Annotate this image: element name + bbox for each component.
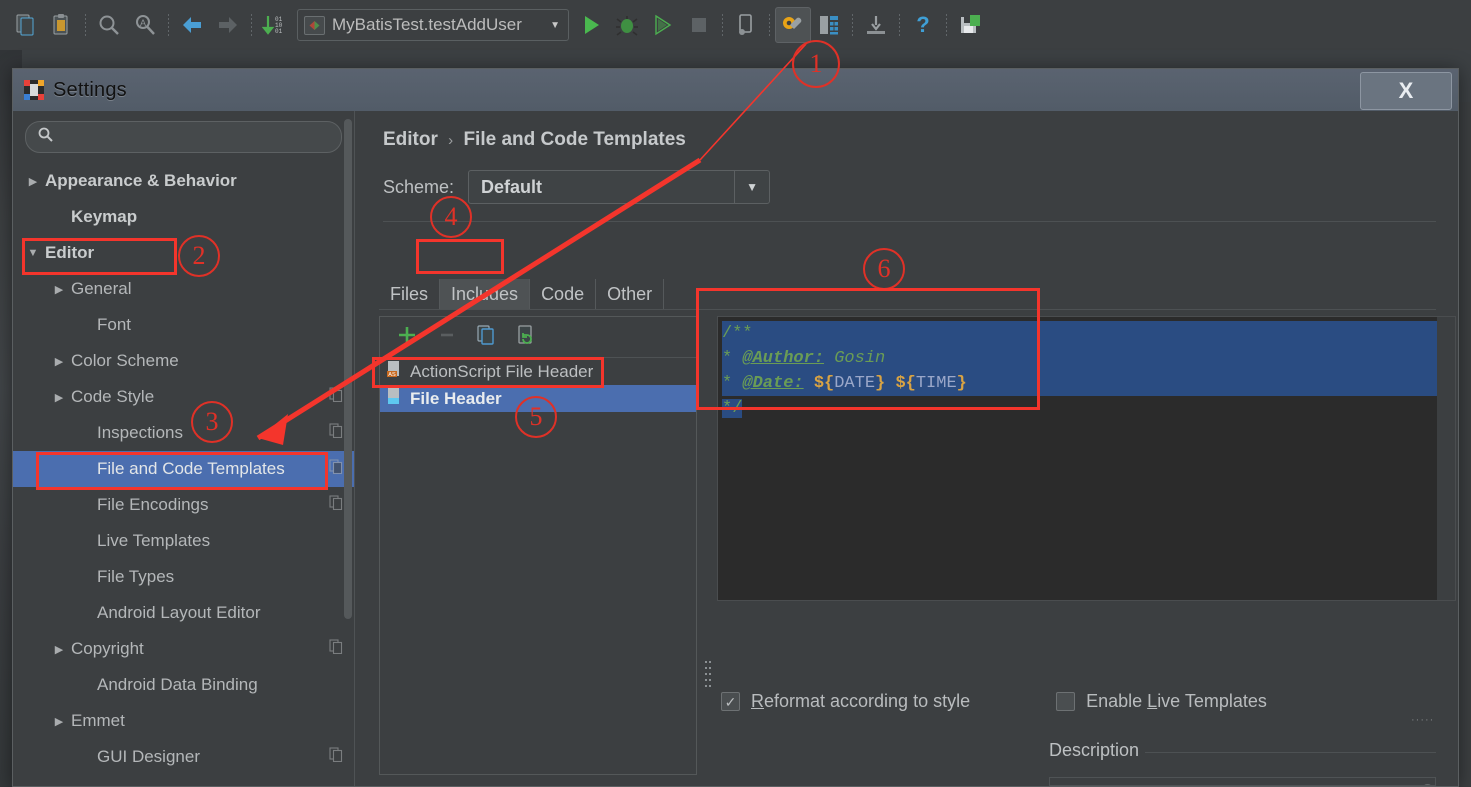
annotation-overlay [256, 43, 807, 445]
